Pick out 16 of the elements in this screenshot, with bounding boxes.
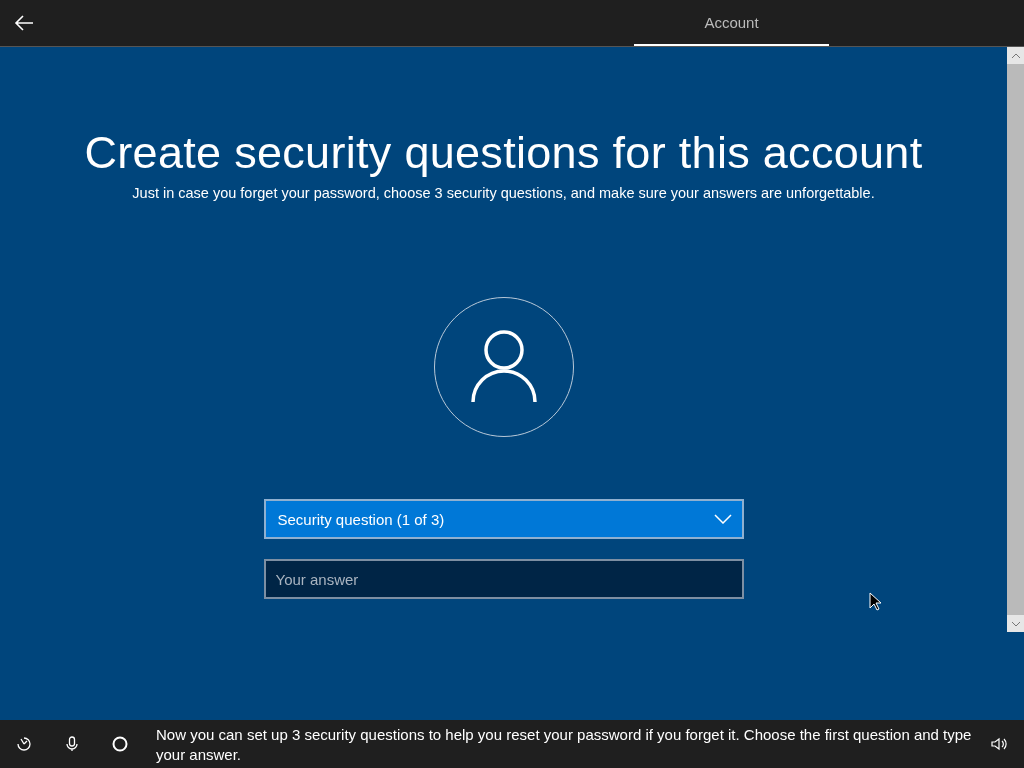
person-icon [470,330,537,404]
answer-field[interactable]: Your answer [263,559,744,599]
scrollbar[interactable] [1007,47,1024,632]
ease-of-access-icon [16,736,32,752]
scroll-down-icon[interactable] [1010,620,1021,627]
security-question-dropdown[interactable]: Security question (1 of 3) [263,499,744,539]
mouse-cursor-icon [869,592,881,611]
circle-icon [112,736,128,752]
scroll-up-icon[interactable] [1010,52,1021,59]
microphone-icon [66,736,78,752]
page-title: Create security questions for this account [84,127,923,179]
chevron-down-icon [713,514,732,524]
speaker-icon [991,737,1007,751]
assistant-message: Now you can set up 3 security questions to help you reset your password if you forget it. Choose the first question and type your answer. [156,725,973,765]
back-arrow-icon [14,15,34,31]
page-subtitle: Just in case you forget your password, choose 3 security questions, and make sure your answers are unforgettable. [132,185,875,201]
